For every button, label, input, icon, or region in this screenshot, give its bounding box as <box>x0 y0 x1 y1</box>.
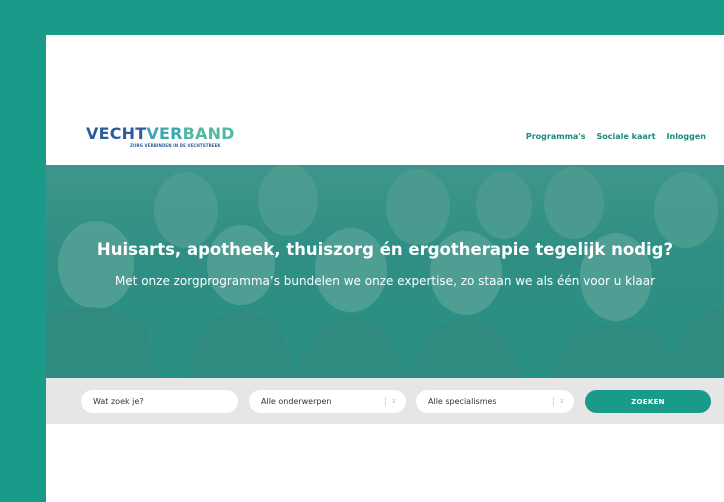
hero-banner: Huisarts, apotheek, thuiszorg én ergothe… <box>46 165 724 378</box>
logo-tagline: ZORG VERBINDEN IN DE VECHTSTREEK <box>130 143 221 148</box>
site-logo[interactable]: VECHTVERBAND ZORG VERBINDEN IN DE VECHTS… <box>86 126 235 149</box>
hero-overlay <box>46 165 724 378</box>
select-arrows-icon: ⇕ <box>384 390 396 413</box>
logo-part-1: VECHT <box>86 124 147 143</box>
search-button[interactable]: ZOEKEN <box>585 390 711 413</box>
specialism-select[interactable]: Alle specialismes ⇕ <box>416 390 574 413</box>
topic-select[interactable]: Alle onderwerpen ⇕ <box>249 390 406 413</box>
hero-title: Huisarts, apotheek, thuiszorg én ergothe… <box>96 240 674 259</box>
search-field-wrapper <box>81 390 238 413</box>
hero-subtitle: Met onze zorgprogramma’s bundelen we onz… <box>114 274 656 288</box>
logo-part-3: BAND <box>182 124 235 143</box>
logo-part-2: VER <box>146 124 183 143</box>
website-viewport: VECHTVERBAND ZORG VERBINDEN IN DE VECHTS… <box>46 35 724 502</box>
topic-select-value: Alle onderwerpen <box>261 397 332 406</box>
search-bar: Alle onderwerpen ⇕ Alle specialismes ⇕ Z… <box>46 378 724 424</box>
search-input[interactable] <box>93 390 238 413</box>
nav-link-inloggen[interactable]: Inloggen <box>667 132 706 141</box>
logo-wordmark: VECHTVERBAND <box>86 126 235 142</box>
page-frame: VECHTVERBAND ZORG VERBINDEN IN DE VECHTS… <box>0 0 724 502</box>
nav-link-programmas[interactable]: Programma's <box>526 132 586 141</box>
main-nav: Programma's Sociale kaart Inloggen <box>526 132 706 141</box>
specialism-select-value: Alle specialismes <box>428 397 497 406</box>
nav-link-sociale-kaart[interactable]: Sociale kaart <box>597 132 656 141</box>
select-arrows-icon: ⇕ <box>552 390 564 413</box>
